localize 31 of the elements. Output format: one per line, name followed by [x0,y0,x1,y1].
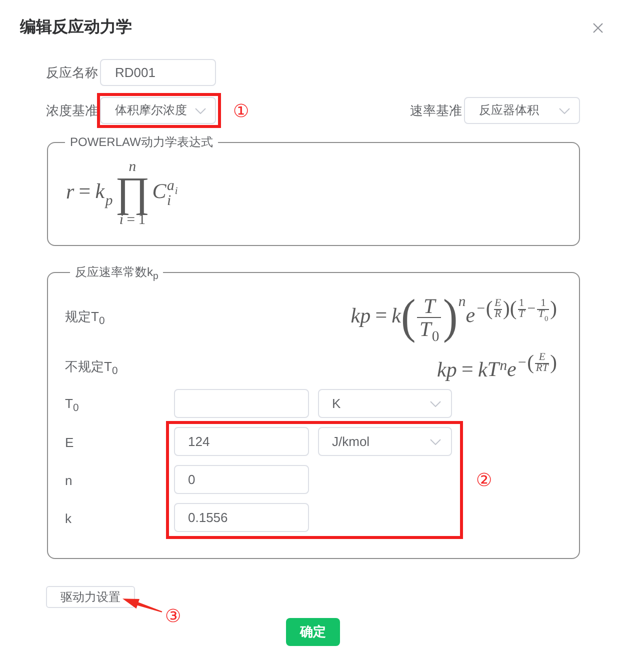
callout-number: ② [476,471,492,490]
annotation-arrow [122,598,163,614]
close-icon[interactable] [593,23,603,33]
parameter-input[interactable]: 0 [174,465,309,494]
parameter-label: E [65,434,75,452]
parameter-input[interactable] [174,389,309,418]
caret-icon [430,438,441,445]
name-input[interactable]: RD001 [100,59,216,86]
caret-icon [430,400,441,407]
callout-number: ③ [165,607,182,626]
drive-settings-button[interactable]: 驱动力设置 [46,586,135,608]
formula-label: 规定T$_{0}$ [65,309,105,326]
caret-icon [559,108,570,114]
unit-dropdown[interactable]: K [318,389,452,418]
dropdown[interactable]: 体积摩尔浓度 [100,97,216,124]
field-label: 反应名称 [46,64,99,80]
parameter-label: k [65,510,72,528]
panel-title: 反应速率常数k$_{p}$ [74,265,160,280]
field-label: 浓度基准 [46,102,99,118]
parameter-input[interactable]: 0.1556 [174,503,309,532]
parameter-input[interactable]: 124 [174,427,309,456]
unit-dropdown[interactable]: J/kmol [318,427,452,456]
caret-icon [195,108,206,114]
field-label: 速率基准 [410,102,463,118]
dropdown[interactable]: 反应器体积 [464,97,580,124]
formula-label: 不规定T$_{0}$ [65,359,118,376]
panel-title: POWERLAW动力学表达式 [69,135,214,149]
parameter-label: T$_{0}$ [65,396,80,412]
callout-number: ① [233,102,250,120]
parameter-label: n [65,472,74,490]
dialog-title: 编辑反应动力学 [20,18,132,38]
